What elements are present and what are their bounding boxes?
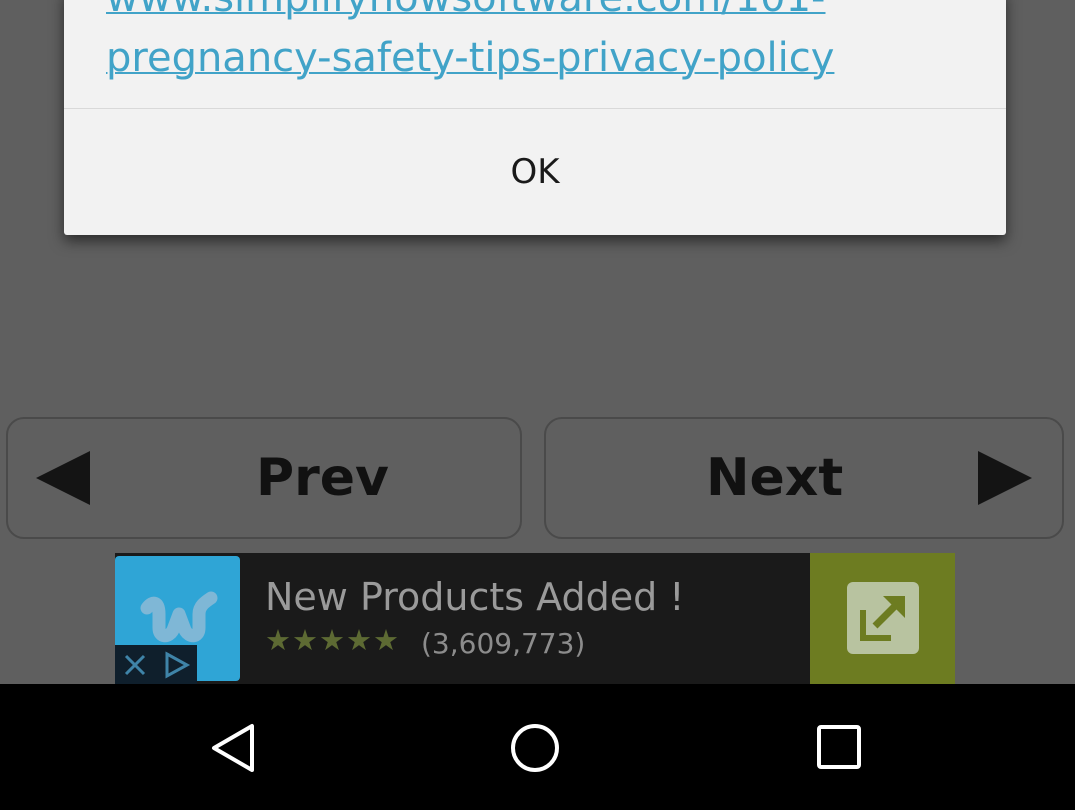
ad-rating-count: (3,609,773) xyxy=(421,627,586,660)
ad-open-button[interactable] xyxy=(810,553,955,684)
prev-button-label: Prev xyxy=(256,448,389,508)
next-button-label: Next xyxy=(706,448,844,508)
prev-button[interactable]: Prev xyxy=(6,417,522,539)
home-icon[interactable] xyxy=(509,722,563,774)
ad-title: New Products Added ! xyxy=(265,575,685,619)
privacy-policy-link-line-1[interactable]: www.simplifynowsoftware.com/101- xyxy=(106,0,826,22)
right-arrow-icon xyxy=(978,451,1032,505)
back-icon[interactable] xyxy=(208,722,258,774)
ad-choices[interactable] xyxy=(115,645,197,684)
recents-icon[interactable] xyxy=(816,722,866,774)
privacy-policy-link-line-2[interactable]: pregnancy-safety-tips-privacy-policy xyxy=(106,34,834,82)
ad-banner[interactable]: New Products Added ! ★★★★★ (3,609,773) xyxy=(115,553,955,684)
ok-button[interactable]: OK xyxy=(64,109,1006,235)
privacy-policy-dialog: www.simplifynowsoftware.com/101- pregnan… xyxy=(64,0,1006,235)
ad-rating-stars: ★★★★★ xyxy=(265,623,400,657)
left-arrow-icon xyxy=(36,451,90,505)
privacy-policy-link[interactable]: www.simplifynowsoftware.com/101- pregnan… xyxy=(106,0,966,108)
system-nav-bar xyxy=(0,684,1075,810)
close-icon[interactable] xyxy=(122,652,148,678)
next-button[interactable]: Next xyxy=(544,417,1064,539)
open-external-icon xyxy=(847,582,919,654)
ad-choices-icon[interactable] xyxy=(161,650,191,679)
